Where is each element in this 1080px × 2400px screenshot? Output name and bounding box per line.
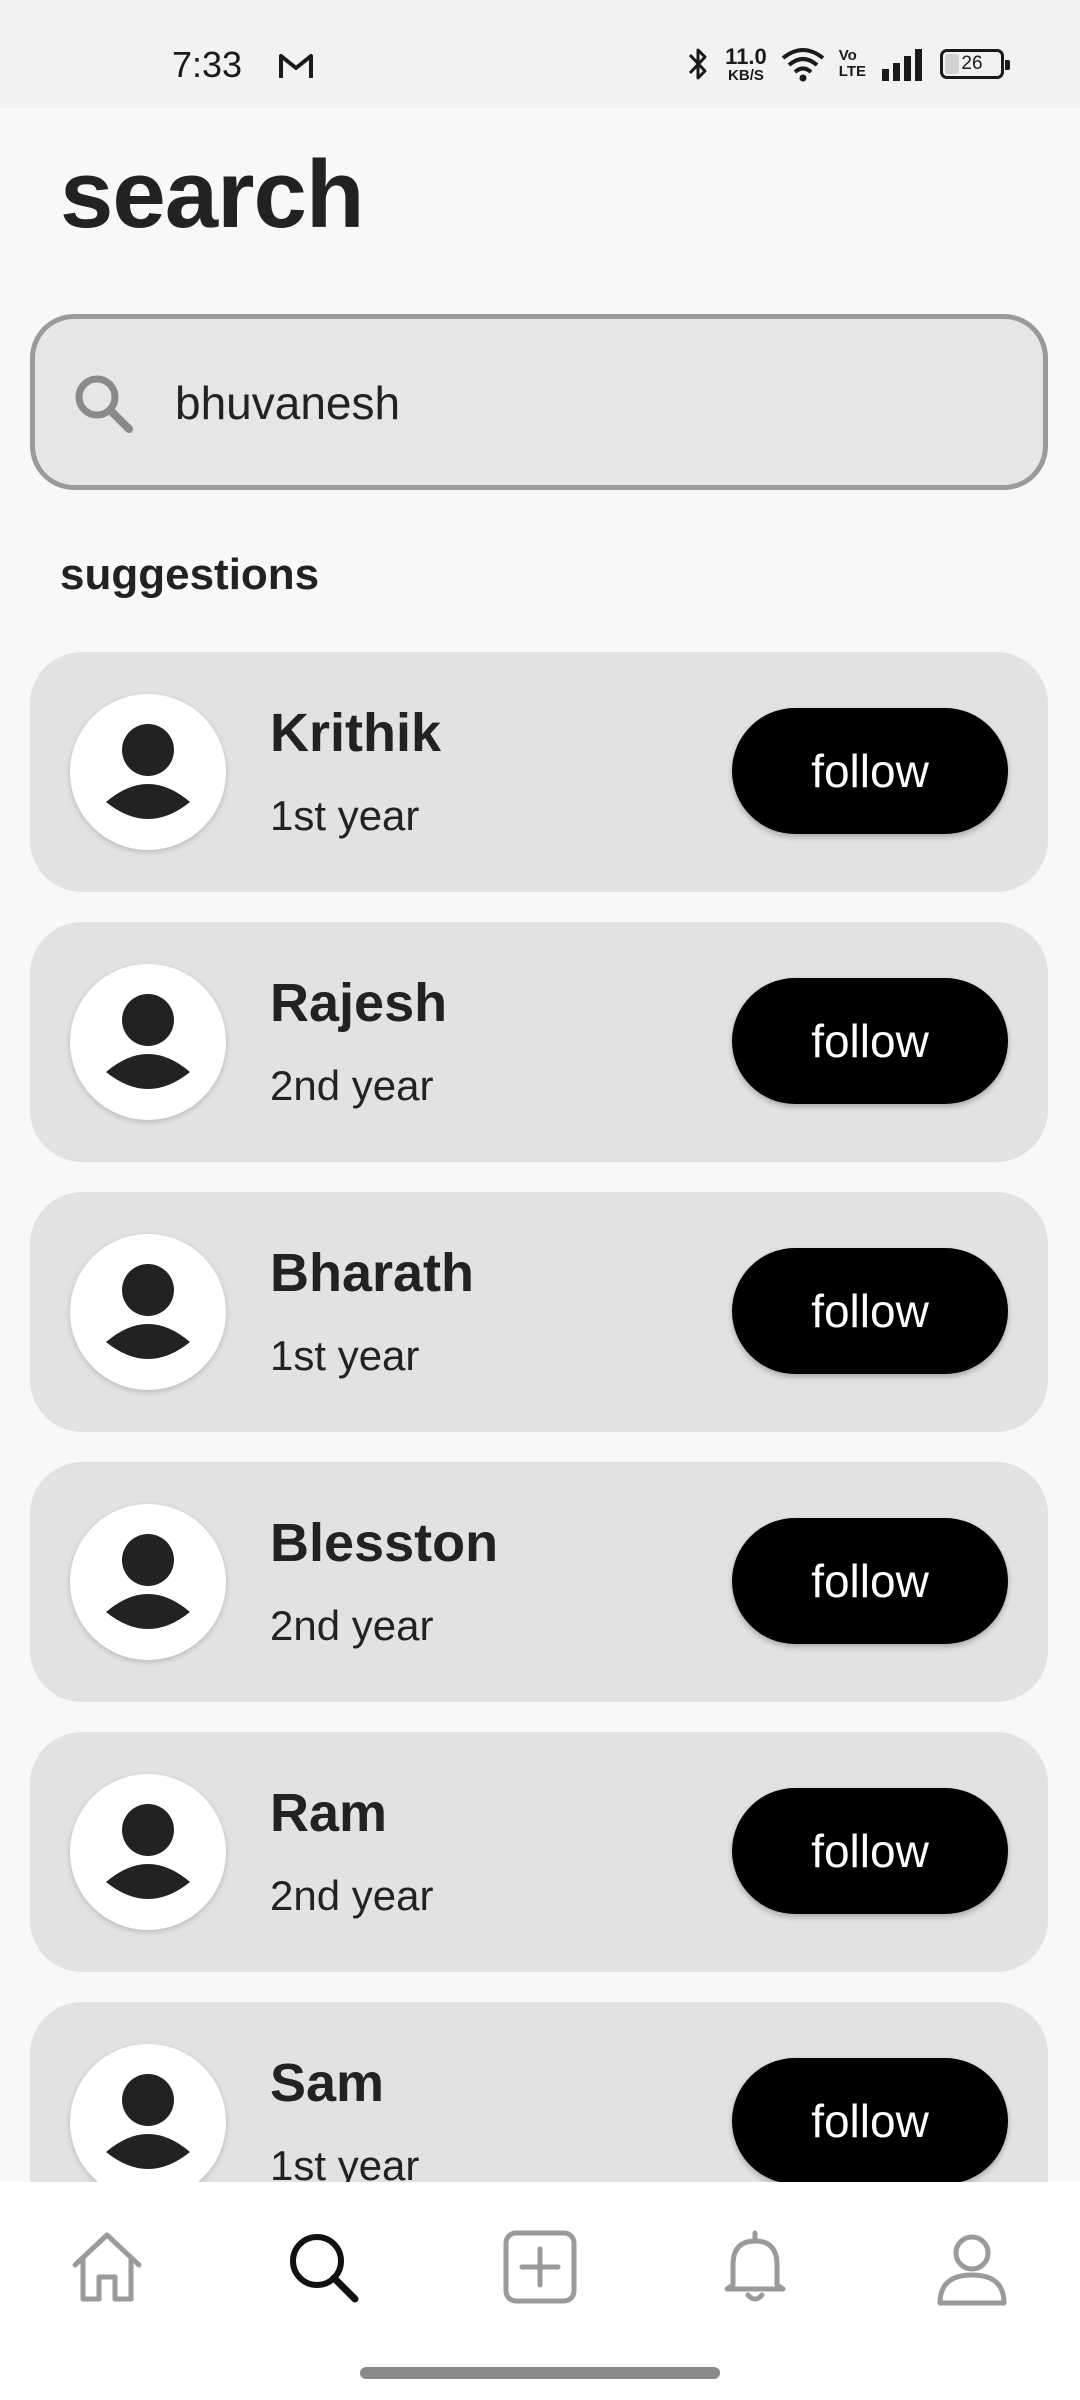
suggestion-card[interactable]: Rajesh 2nd year follow [30,922,1048,1162]
gmail-icon [279,54,313,78]
battery-percent: 26 [961,53,983,74]
search-icon [290,2234,359,2303]
avatar[interactable] [70,1774,226,1930]
status-icons: 11.0 KB/S Vo LTE 26 [685,43,1010,84]
profile-icon [937,2234,1007,2306]
home-indicator[interactable] [360,2367,720,2379]
signal-icon [882,49,922,81]
add-icon [503,2230,577,2304]
search-box[interactable] [30,314,1048,490]
status-time: 7:33 [172,44,243,85]
suggestion-card[interactable]: Ram 2nd year follow [30,1732,1048,1972]
suggestion-card[interactable]: Bharath 1st year follow [30,1192,1048,1432]
volte-indicator: Vo LTE [839,48,866,80]
follow-button[interactable]: follow [732,978,1008,1104]
user-name: Krithik [270,703,442,763]
suggestion-card[interactable]: Sam 1st year follow [30,2002,1048,2182]
avatar[interactable] [70,1504,226,1660]
nav-add[interactable] [495,2222,585,2312]
user-year: 1st year [270,1332,420,1379]
follow-button[interactable]: follow [732,708,1008,834]
user-year: 1st year [270,792,420,839]
user-avatar-icon [106,724,190,819]
battery-indicator: 26 [940,49,1010,79]
network-speed-unit: KB/S [728,66,764,84]
search-icon [75,375,133,433]
user-name: Bharath [270,1243,475,1303]
network-speed: 11.0 KB/S [725,43,767,84]
follow-button[interactable]: follow [732,2058,1008,2182]
user-name: Rajesh [270,973,448,1033]
nav-profile[interactable] [927,2222,1017,2312]
volte-bottom: LTE [838,63,866,80]
avatar[interactable] [70,964,226,1120]
bluetooth-icon [689,48,707,80]
bell-icon [724,2230,786,2302]
suggestion-card[interactable]: Blesston 2nd year follow [30,1462,1048,1702]
user-avatar-icon [106,1264,190,1359]
suggestion-card[interactable]: Krithik 1st year follow [30,652,1048,892]
avatar[interactable] [70,694,226,850]
avatar[interactable] [70,2044,226,2182]
page-title: search [60,141,365,248]
user-avatar-icon [106,1804,190,1899]
battery-level [945,54,959,74]
user-year: 2nd year [270,1602,434,1649]
user-name: Ram [270,1783,388,1843]
nav-search[interactable] [278,2222,368,2312]
suggestion-list[interactable]: Krithik 1st year follow Rajesh 2nd year … [0,652,1080,2182]
user-avatar-icon [106,2074,190,2169]
network-speed-value: 11.0 [725,43,767,69]
user-year: 1st year [270,2142,420,2182]
home-icon [72,2232,142,2302]
user-name: Blesston [270,1513,499,1573]
user-avatar-icon [106,994,190,1089]
volte-top: Vo [838,47,857,65]
avatar[interactable] [70,1234,226,1390]
search-input[interactable] [175,371,995,435]
follow-button[interactable]: follow [732,1788,1008,1914]
nav-home[interactable] [62,2222,152,2312]
battery-tip [1005,60,1010,70]
user-avatar-icon [106,1534,190,1629]
nav-notifications[interactable] [710,2222,800,2312]
user-year: 2nd year [270,1062,434,1109]
status-bar: 7:33 11.0 KB/S Vo LTE 26 [0,0,1080,108]
user-name: Sam [270,2053,385,2113]
follow-button[interactable]: follow [732,1518,1008,1644]
follow-button[interactable]: follow [732,1248,1008,1374]
wifi-icon [781,48,825,82]
suggestions-heading: suggestions [60,550,320,599]
user-year: 2nd year [270,1872,434,1919]
